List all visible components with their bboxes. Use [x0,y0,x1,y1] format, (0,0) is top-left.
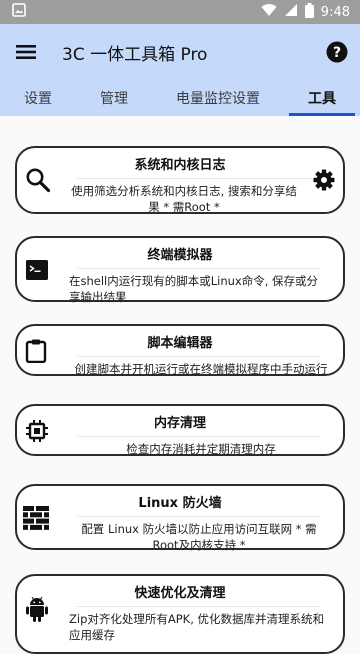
tool-card-memory-cleaner[interactable]: 内存清理 检查内存消耗并定期清理内存 [15,404,345,456]
gallery-notification-icon [12,3,26,21]
tools-list: 系统和内核日志 使用筛选分析系统和内核日志, 搜索和分享结果 * 需Root * [0,116,360,654]
tool-title: 脚本编辑器 [147,336,213,351]
tool-card-system-logs[interactable]: 系统和内核日志 使用筛选分析系统和内核日志, 搜索和分享结果 * 需Root * [15,146,345,214]
status-bar: 9:48 [0,0,360,24]
tool-card-quick-optimize[interactable]: 快速优化及清理 Zip对齐化处理所有APK, 优化数据库并清理系统和应用缓存 [15,574,345,654]
tool-title: 系统和内核日志 [134,158,226,173]
tool-card-script-editor[interactable]: 脚本编辑器 创建脚本并开机运行或在终端模拟程序中手动运行 [15,324,345,376]
memory-chip-icon [25,419,49,447]
gear-icon[interactable] [313,169,335,195]
signal-icon [284,3,298,21]
tool-title: 快速优化及清理 [134,586,226,601]
tab-manage[interactable]: 管理 [100,88,128,108]
divider [77,606,319,607]
menu-icon[interactable] [16,44,36,60]
tab-battery-monitor-settings[interactable]: 电量监控设置 [176,88,260,108]
tab-tools[interactable]: 工具 [308,88,336,108]
tool-card-terminal[interactable]: 终端模拟器 在shell内运行现有的脚本或Linux命令, 保存或分享输出结果 [15,236,345,304]
wifi-icon [261,3,277,21]
terminal-icon [25,258,49,286]
app-bar: 3C 一体工具箱 Pro ? [0,24,360,80]
tool-description: 配置 Linux 防火墙以防止应用访问互联网 * 需Root及内核支持 * [81,522,317,552]
divider [77,178,319,179]
tool-card-firewall[interactable]: Linux 防火墙 配置 Linux 防火墙以防止应用访问互联网 * 需Root… [15,484,345,552]
tool-title: 内存清理 [153,416,206,431]
help-icon[interactable]: ? [326,41,348,63]
tab-bar: 设置 管理 电量监控设置 工具 [0,80,360,116]
app-title: 3C 一体工具箱 Pro [62,44,208,65]
tool-title: 终端模拟器 [147,248,213,263]
tab-settings[interactable]: 设置 [24,88,52,108]
battery-icon [304,2,314,22]
svg-text:?: ? [333,45,341,61]
tool-description: Zip对齐化处理所有APK, 优化数据库并清理系统和应用缓存 [69,612,325,642]
tool-description: 检查内存消耗并定期清理内存 [126,442,276,456]
android-icon [25,596,49,628]
divider [77,436,319,437]
clipboard-icon [25,339,47,367]
status-time: 9:48 [320,4,350,20]
search-icon [25,167,51,197]
tool-description: 在shell内运行现有的脚本或Linux命令, 保存或分享输出结果 [69,274,319,304]
tool-description: 创建脚本并开机运行或在终端模拟程序中手动运行 [74,362,328,376]
divider [77,268,319,269]
tool-title: Linux 防火墙 [138,496,222,511]
tool-description: 使用筛选分析系统和内核日志, 搜索和分享结果 * 需Root * [71,184,297,214]
firewall-icon [23,506,49,534]
divider [77,516,319,517]
divider [77,356,319,357]
